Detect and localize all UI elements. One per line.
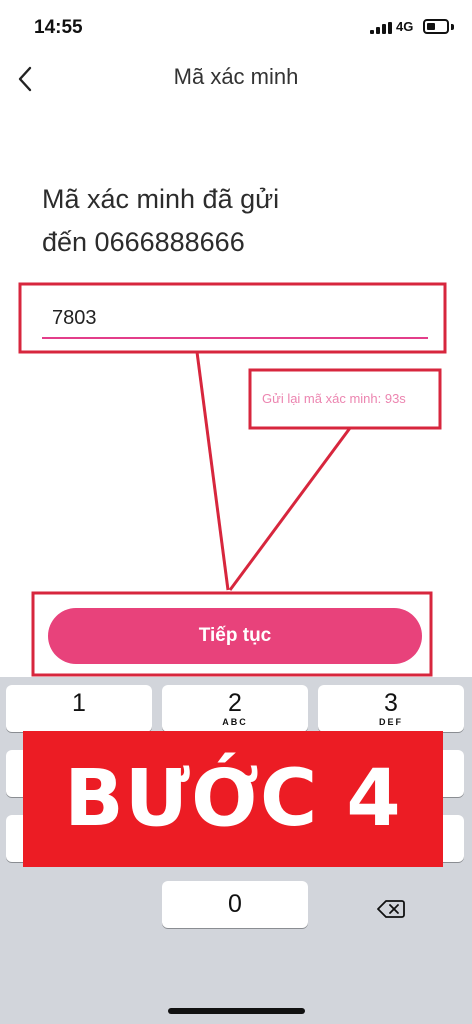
arrow-line-resend — [228, 427, 352, 591]
network-label: 4G — [396, 19, 414, 34]
verification-message: Mã xác minh đã gửi đến 0666888666 — [42, 184, 280, 257]
key-digit: 1 — [72, 689, 86, 717]
key-digit: 3 — [384, 689, 398, 717]
battery-icon — [423, 19, 449, 34]
status-time: 14:55 — [34, 17, 83, 38]
key-digit: 2 — [228, 689, 242, 717]
status-bar: 14:55 4G — [0, 0, 472, 52]
key-3[interactable]: 3 DEF — [318, 685, 464, 732]
battery-tip — [451, 24, 454, 30]
key-2[interactable]: 2 ABC — [162, 685, 308, 732]
step-banner-text: BƯỚC 4 — [64, 754, 402, 844]
step-banner: BƯỚC 4 — [23, 731, 443, 867]
signal-icon — [370, 22, 392, 34]
home-indicator — [168, 1008, 305, 1014]
key-0[interactable]: 0 — [162, 881, 308, 928]
verification-code-input[interactable] — [42, 299, 428, 339]
delete-key[interactable] — [318, 885, 464, 932]
continue-button[interactable]: Tiếp tục — [48, 608, 422, 664]
resend-code-countdown[interactable]: Gửi lại mã xác minh: 93s — [262, 391, 406, 406]
key-letters: DEF — [379, 717, 403, 727]
key-1[interactable]: 1 — [6, 685, 152, 732]
key-digit: 0 — [228, 890, 242, 918]
key-letters: ABC — [222, 717, 248, 727]
arrow-line-input — [195, 351, 230, 591]
backspace-icon — [377, 899, 405, 918]
page-title: Mã xác minh — [173, 64, 299, 89]
